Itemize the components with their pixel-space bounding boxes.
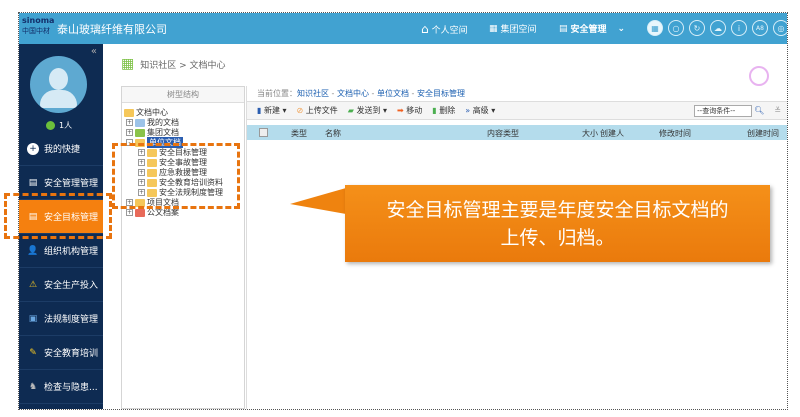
group-icon: ▦ [489, 23, 498, 34]
avatar [30, 56, 87, 113]
table-header: 类型 名称 内容类型 大小 创建人 修改时间 创建时间 [247, 125, 787, 140]
top-header: sinoma 中国中材 泰山玻璃纤维有限公司 ⌂ 个人空间 ▦ 集团空间 ▤ 安全管理 ⌄… [19, 13, 787, 44]
nav-personal-space[interactable]: ⌂ 个人空间 [421, 22, 468, 36]
building-icon: ▤ [559, 23, 568, 34]
nav-group-space[interactable]: ▦ 集团空间 [489, 22, 537, 36]
column-creator[interactable]: 创建人 [600, 128, 624, 139]
search-icon[interactable]: 🔍︎ [754, 106, 764, 115]
training-icon: ✎ [29, 347, 37, 358]
highlight-sidebar-box [4, 193, 112, 239]
column-name[interactable]: 名称 [325, 128, 341, 139]
toolbar: ▮ 新建 ▾ ⊘ 上传文件 ▰ 发送到 ▾ ➡ 移动 ▮ 删除 » 高级 ▾ -… [247, 102, 787, 120]
sidebar-item-regulations[interactable]: ▣ 法规制度管理 [19, 302, 103, 336]
crumb-link[interactable]: 单位文档 [377, 89, 409, 98]
company-logo: sinoma 中国中材 [22, 16, 55, 35]
column-type[interactable]: 类型 [291, 128, 307, 139]
attachment-icon: ⊘ [296, 106, 304, 115]
warning-icon: ⚠ [28, 279, 38, 290]
chevron-down-icon: ⌄ [617, 23, 626, 34]
a8-icon[interactable]: A8 [752, 20, 768, 36]
tree-title: 树型结构 [122, 87, 244, 103]
clock-icon [749, 66, 769, 86]
new-doc-icon: ▮ [257, 106, 262, 115]
select-all-checkbox[interactable] [259, 128, 268, 137]
location-breadcrumb: 当前位置：知识社区 - 文档中心 - 单位文档 - 安全目标管理 [247, 86, 787, 102]
expand-icon: + [126, 119, 133, 126]
new-button[interactable]: ▮ 新建 ▾ [257, 105, 287, 116]
company-name: 泰山玻璃纤维有限公司 [57, 23, 167, 36]
sidebar-item-inspection[interactable]: ♞ 检查与隐患... [19, 370, 103, 404]
home-icon: ⌂ [421, 22, 429, 36]
user-icon: 👤 [27, 245, 39, 256]
building-icon: ▤ [28, 177, 38, 188]
expand-icon: + [126, 129, 133, 136]
page-breadcrumb: ▦ 知识社区 > 文档中心 [121, 56, 226, 72]
regulation-icon: ▣ [28, 313, 38, 324]
crumb-link[interactable]: 知识社区 [297, 89, 329, 98]
building-icon: ▦ [121, 56, 135, 72]
user-status: 1人 [46, 120, 72, 131]
move-button[interactable]: ➡ 移动 [397, 105, 422, 116]
search-icon[interactable]: ○ [668, 20, 684, 36]
check-icon [46, 121, 55, 130]
expand-toolbar-icon[interactable]: ≚ [774, 106, 781, 115]
sidebar-item-shortcuts[interactable]: + 我的快捷 [19, 132, 103, 166]
plus-circle-icon: + [27, 142, 39, 155]
folder-icon [135, 118, 145, 127]
sidebar-item-investment[interactable]: ⚠ 安全生产投入 [19, 268, 103, 302]
collapse-button[interactable]: « [91, 46, 97, 57]
tree-panel: 树型结构 文档中心 + 我的文档 + 集团文档 - 单位文档 + 安全目标管理 + 安全事… [121, 86, 245, 409]
nav-safety-management[interactable]: ▤ 安全管理 ⌄ [559, 22, 626, 36]
refresh-icon[interactable]: ↻ [689, 20, 705, 36]
sidebar-item-organization[interactable]: 👤 组织机构管理 [19, 234, 103, 268]
expand-icon: + [126, 209, 133, 216]
callout-arrow [290, 188, 346, 214]
callout-annotation: 安全目标管理主要是年度安全目标文档的 上传、归档。 [345, 185, 770, 262]
column-modified[interactable]: 修改时间 [659, 128, 691, 139]
delete-button[interactable]: ▮ 删除 [432, 105, 455, 116]
column-content-type[interactable]: 内容类型 [487, 128, 519, 139]
sidebar-item-training[interactable]: ✎ 安全教育培训 [19, 336, 103, 370]
trash-icon: ▮ [432, 106, 437, 115]
column-size[interactable]: 大小 [582, 128, 598, 139]
grid-icon[interactable]: ▦ [647, 20, 663, 36]
folder-icon [135, 208, 145, 217]
advanced-icon: » [465, 106, 471, 115]
cloud-icon[interactable]: ☁ [710, 20, 726, 36]
folder-icon [135, 128, 145, 137]
crumb-link[interactable]: 安全目标管理 [417, 89, 465, 98]
highlight-tree-box [112, 143, 240, 209]
info-icon[interactable]: i [731, 20, 747, 36]
send-icon: ▰ [347, 106, 354, 115]
column-created[interactable]: 创建时间 [747, 128, 779, 139]
advanced-button[interactable]: » 高级 ▾ [465, 105, 495, 116]
folder-icon [124, 108, 134, 117]
send-to-button[interactable]: ▰ 发送到 ▾ [348, 105, 387, 116]
inspection-icon: ♞ [28, 381, 38, 392]
upload-button[interactable]: ⊘ 上传文件 [297, 105, 338, 116]
crumb-link[interactable]: 文档中心 [337, 89, 369, 98]
settings-icon[interactable]: ◎ [773, 20, 787, 36]
move-icon: ➡ [397, 106, 404, 115]
query-select[interactable]: --查询条件-- [694, 104, 753, 117]
